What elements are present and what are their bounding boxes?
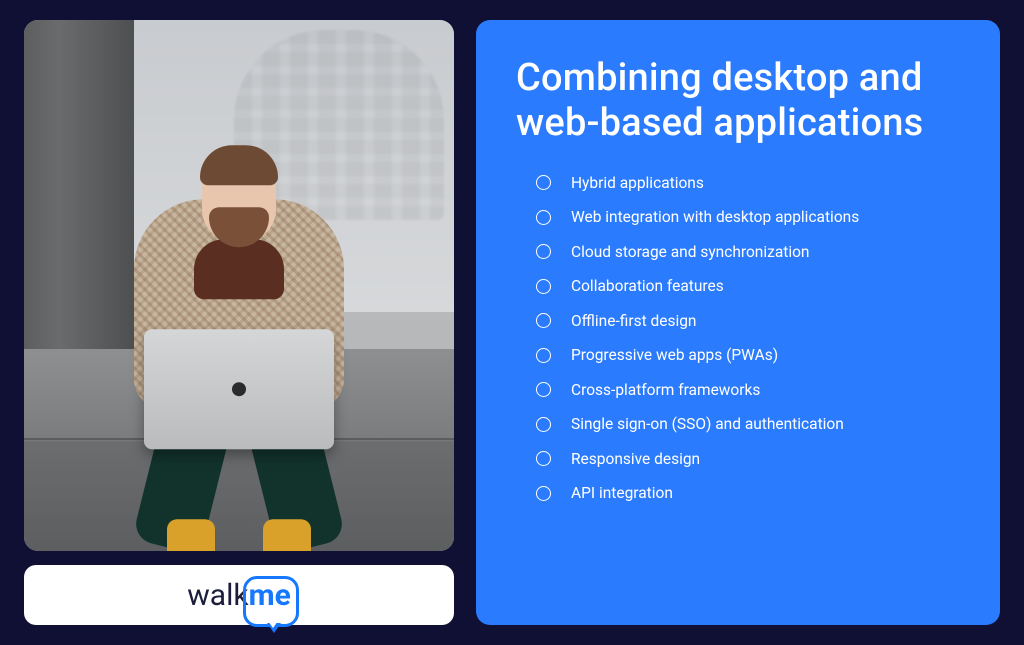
- list-item-label: Offline-first design: [571, 312, 696, 330]
- list-item: Offline-first design: [536, 312, 960, 330]
- list-item-label: Hybrid applications: [571, 174, 704, 192]
- speech-bubble-icon: [243, 576, 299, 627]
- list-item: Single sign-on (SSO) and authentication: [536, 415, 960, 433]
- list-item-label: Web integration with desktop application…: [571, 208, 859, 226]
- content-panel: Combining desktop and web-based applicat…: [476, 20, 1000, 625]
- list-item-label: Cloud storage and synchronization: [571, 243, 810, 261]
- bullet-icon: [536, 451, 551, 466]
- list-item: Cross-platform frameworks: [536, 381, 960, 399]
- list-item-label: Single sign-on (SSO) and authentication: [571, 415, 844, 433]
- brand-card: walk me: [24, 565, 454, 625]
- photo-background: [24, 20, 454, 551]
- walkme-logo: walk me: [187, 578, 291, 613]
- bullet-icon: [536, 244, 551, 259]
- list-item: Web integration with desktop application…: [536, 208, 960, 226]
- list-item: API integration: [536, 484, 960, 502]
- logo-text-walk: walk: [187, 578, 248, 613]
- laptop-icon: [144, 329, 334, 449]
- bullet-icon: [536, 348, 551, 363]
- hero-photo: [24, 20, 454, 551]
- list-item: Progressive web apps (PWAs): [536, 346, 960, 364]
- feature-list: Hybrid applications Web integration with…: [516, 174, 960, 503]
- list-item-label: Collaboration features: [571, 277, 724, 295]
- left-column: walk me: [24, 20, 454, 625]
- list-item: Collaboration features: [536, 277, 960, 295]
- bullet-icon: [536, 175, 551, 190]
- list-item-label: Progressive web apps (PWAs): [571, 346, 778, 364]
- bullet-icon: [536, 417, 551, 432]
- list-item: Responsive design: [536, 450, 960, 468]
- headline: Combining desktop and web-based applicat…: [516, 56, 960, 146]
- bullet-icon: [536, 382, 551, 397]
- person-illustration: [109, 199, 369, 551]
- list-item: Cloud storage and synchronization: [536, 243, 960, 261]
- bullet-icon: [536, 210, 551, 225]
- bullet-icon: [536, 313, 551, 328]
- list-item: Hybrid applications: [536, 174, 960, 192]
- list-item-label: Cross-platform frameworks: [571, 381, 760, 399]
- bullet-icon: [536, 279, 551, 294]
- list-item-label: API integration: [571, 484, 673, 502]
- list-item-label: Responsive design: [571, 450, 700, 468]
- bullet-icon: [536, 486, 551, 501]
